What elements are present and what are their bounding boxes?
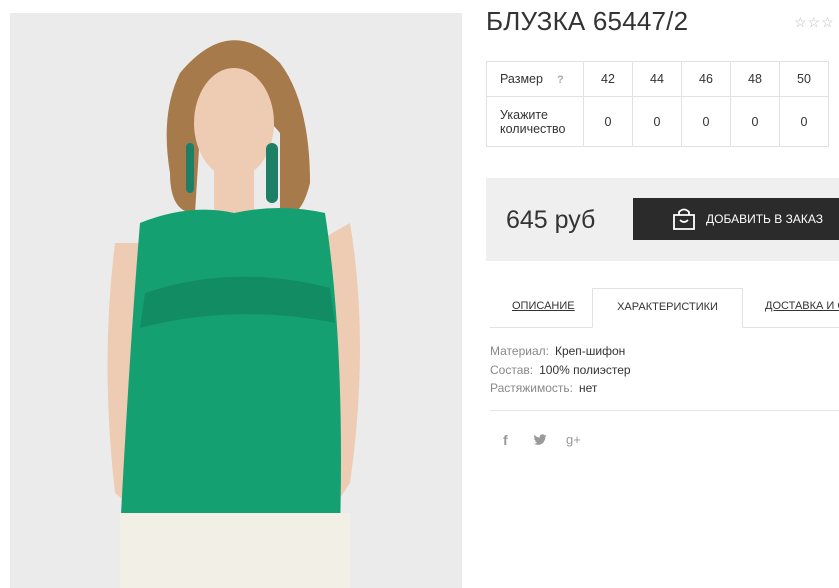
size-cell: 50: [779, 61, 829, 97]
size-cell: 48: [730, 61, 780, 97]
characteristic-row: Материал: Креп-шифон: [490, 344, 625, 358]
add-to-order-label: ДОБАВИТЬ В ЗАКАЗ: [706, 212, 823, 226]
tab-characteristics-label: ХАРАКТЕРИСТИКИ: [617, 301, 718, 313]
characteristic-value: нет: [579, 381, 598, 395]
size-table: Размер? 42 44 46 48 50 Укажите количеств…: [486, 61, 829, 147]
googleplus-icon[interactable]: g+: [566, 432, 581, 447]
size-cell: 44: [632, 61, 682, 97]
qty-input-44[interactable]: 0: [632, 96, 682, 147]
qty-label-cell: Укажите количество: [486, 96, 584, 147]
rating-stars[interactable]: ☆☆☆: [794, 14, 835, 31]
product-title: БЛУЗКА 65447/2: [486, 6, 689, 36]
size-label-cell: Размер?: [486, 61, 584, 97]
price-value: 645 руб: [506, 206, 596, 234]
characteristic-row: Состав: 100% полиэстер: [490, 363, 631, 377]
characteristic-value: 100% полиэстер: [539, 363, 631, 377]
size-cell: 42: [583, 61, 633, 97]
characteristic-key: Состав:: [490, 363, 534, 377]
characteristic-row: Растяжимость: нет: [490, 381, 597, 395]
facebook-icon[interactable]: f: [503, 432, 508, 448]
characteristic-key: Материал:: [490, 344, 549, 358]
size-label: Размер: [500, 72, 543, 86]
qty-label-line1: Укажите: [500, 107, 548, 122]
qty-input-48[interactable]: 0: [730, 96, 780, 147]
qty-label-line2: количество: [500, 121, 566, 136]
qty-input-50[interactable]: 0: [779, 96, 829, 147]
help-icon[interactable]: ?: [557, 74, 564, 86]
qty-input-42[interactable]: 0: [583, 96, 633, 147]
tab-description[interactable]: ОПИСАНИЕ: [512, 300, 575, 312]
characteristic-value: Креп-шифон: [554, 344, 626, 358]
price-box: 645 руб ДОБАВИТЬ В ЗАКАЗ: [486, 178, 839, 261]
characteristic-key: Растяжимость:: [490, 381, 574, 395]
tab-delivery[interactable]: ДОСТАВКА И С: [765, 300, 839, 312]
twitter-icon[interactable]: [533, 434, 547, 446]
model-illustration: [107, 40, 360, 588]
section-divider: [490, 410, 839, 411]
tab-characteristics[interactable]: ХАРАКТЕРИСТИКИ: [592, 288, 743, 328]
qty-input-46[interactable]: 0: [681, 96, 731, 147]
add-to-order-button[interactable]: ДОБАВИТЬ В ЗАКАЗ: [633, 198, 839, 240]
shopping-bag-icon: [673, 208, 695, 230]
size-cell: 46: [681, 61, 731, 97]
product-photo[interactable]: [10, 13, 462, 588]
